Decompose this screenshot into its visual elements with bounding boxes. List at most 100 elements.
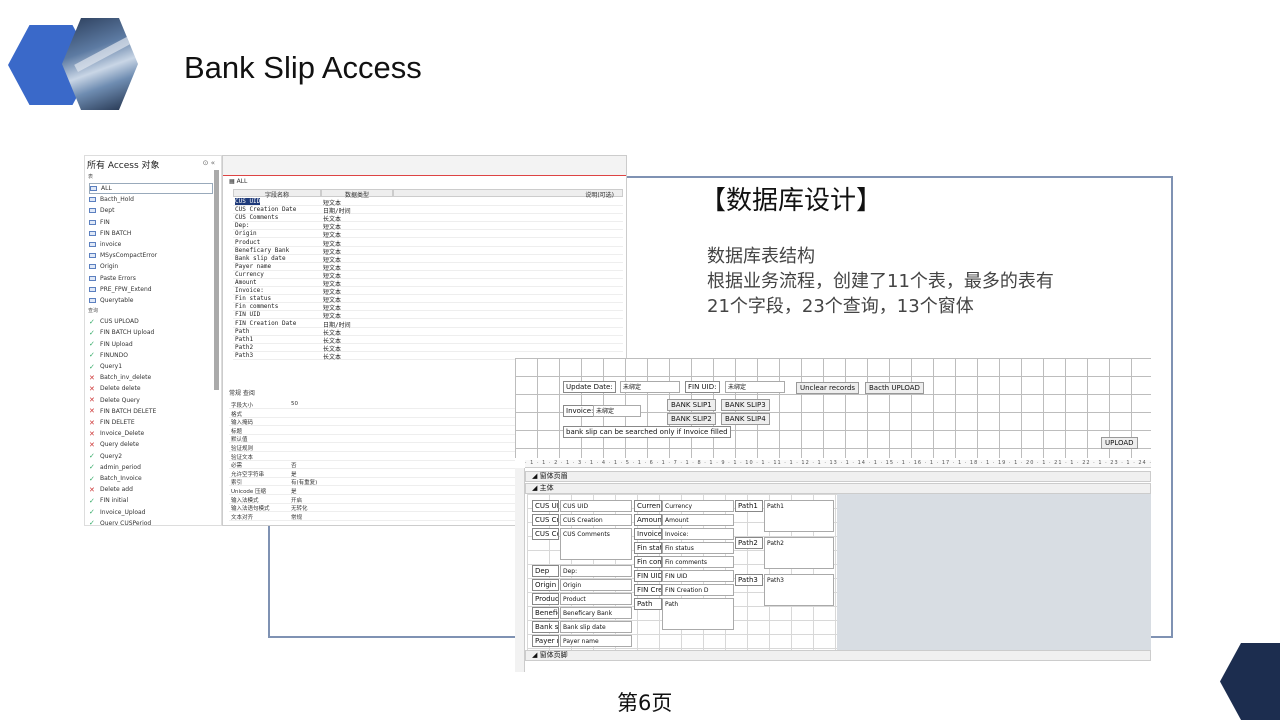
table-row[interactable]: Fin comments 短文本: [233, 303, 623, 312]
nav-table-item[interactable]: Querytable: [89, 295, 213, 306]
section-form-header[interactable]: ◢ 窗体页眉: [525, 471, 1151, 482]
table-row[interactable]: Amount 短文本: [233, 279, 623, 288]
bank-slip4-button[interactable]: BANK SLIP4: [721, 413, 770, 425]
form-textbox[interactable]: Path: [662, 598, 734, 630]
table-row[interactable]: FIN Creation Date 日期/时间: [233, 320, 623, 329]
nav-query-item[interactable]: ✓ Batch_Invoice: [89, 473, 213, 484]
nav-query-item[interactable]: ✕ Delete add: [89, 484, 213, 495]
form-textbox[interactable]: Path2: [764, 537, 834, 569]
form-textbox[interactable]: CUS UID: [560, 500, 632, 512]
section-arrow-icon: ◢: [532, 484, 540, 492]
table-row[interactable]: Currency 短文本: [233, 271, 623, 280]
table-row[interactable]: CUS Comments 长文本: [233, 214, 623, 223]
form-textbox[interactable]: Bank slip date: [560, 621, 632, 633]
form-textbox[interactable]: Product: [560, 593, 632, 605]
form-textbox[interactable]: CUS Comments: [560, 528, 632, 560]
form-textbox[interactable]: Path3: [764, 574, 834, 606]
nav-query-item[interactable]: ✓ Query2: [89, 451, 213, 462]
nav-table-item[interactable]: Paste Errors: [89, 273, 213, 284]
section-detail[interactable]: ◢ 主体: [525, 483, 1151, 494]
query-icon: ✓: [89, 508, 95, 517]
table-row[interactable]: Path 长文本: [233, 328, 623, 337]
table-row[interactable]: Path1 长文本: [233, 336, 623, 345]
table-row[interactable]: Beneficary Bank 短文本: [233, 247, 623, 256]
nav-scrollbar[interactable]: [214, 170, 219, 390]
form-textbox[interactable]: Payer name: [560, 635, 632, 647]
form-textbox[interactable]: Path1: [764, 500, 834, 532]
bank-slip1-button[interactable]: BANK SLIP1: [667, 399, 716, 411]
form-textbox[interactable]: Origin: [560, 579, 632, 591]
nav-query-item[interactable]: ✓ FIN initial: [89, 495, 213, 506]
table-row[interactable]: Invoice: 短文本: [233, 287, 623, 296]
field-name: Dep:: [235, 222, 250, 230]
table-row[interactable]: CUS Creation Date 日期/时间: [233, 206, 623, 215]
upload-button[interactable]: UPLOAD: [1101, 437, 1138, 449]
nav-query-item[interactable]: ✓ Query1: [89, 361, 213, 372]
nav-table-item[interactable]: PRE_FPW_Extend: [89, 284, 213, 295]
nav-controls-icon[interactable]: ⊙ «: [203, 159, 215, 167]
nav-query-item[interactable]: ✕ Delete delete: [89, 383, 213, 394]
nav-table-item[interactable]: FIN: [89, 217, 213, 228]
nav-query-item[interactable]: ✓ Invoice_Upload: [89, 507, 213, 518]
field-name: CUS UID: [235, 198, 261, 205]
form-label: FIN UID: [634, 570, 662, 582]
nav-table-item[interactable]: ALL: [89, 183, 213, 194]
nav-query-item[interactable]: ✕ FIN BATCH DELETE: [89, 406, 213, 417]
delete-query-icon: ✕: [89, 418, 95, 427]
nav-query-item[interactable]: ✓ FIN BATCH Upload: [89, 327, 213, 338]
table-row[interactable]: Bank slip date 短文本: [233, 255, 623, 264]
nav-query-item[interactable]: ✓ Query CUSPeriod: [89, 518, 213, 526]
nav-query-item[interactable]: ✓ FIN Upload: [89, 339, 213, 350]
nav-table-item[interactable]: Dept: [89, 205, 213, 216]
table-row[interactable]: Payer name 短文本: [233, 263, 623, 272]
section-form-footer[interactable]: ◢ 窗体页脚: [525, 650, 1151, 661]
form-textbox[interactable]: FIN UID: [662, 570, 734, 582]
form-textbox[interactable]: CUS Creation: [560, 514, 632, 526]
form-textbox[interactable]: Beneficary Bank: [560, 607, 632, 619]
unclear-records-button[interactable]: Unclear records: [796, 382, 860, 394]
form-textbox[interactable]: Fin comments: [662, 556, 734, 568]
table-icon: [89, 298, 96, 303]
table-row[interactable]: Product 短文本: [233, 238, 623, 248]
tab-all[interactable]: ▦ ALL: [229, 178, 247, 185]
bank-slip2-button[interactable]: BANK SLIP2: [667, 413, 716, 425]
bacth-upload-button[interactable]: Bacth UPLOAD: [865, 382, 924, 394]
bank-slip3-button[interactable]: BANK SLIP3: [721, 399, 770, 411]
table-row[interactable]: Dep: 短文本: [233, 222, 623, 231]
props-tabs: 常规 查阅: [229, 390, 255, 397]
form-textbox[interactable]: Currency: [662, 500, 734, 512]
table-row[interactable]: CUS UID 短文本: [233, 198, 623, 207]
nav-query-item[interactable]: ✕ Query delete: [89, 439, 213, 450]
nav-query-item[interactable]: ✕ FIN DELETE: [89, 417, 213, 428]
table-row[interactable]: FIN UID 短文本: [233, 311, 623, 320]
nav-table-item[interactable]: invoice: [89, 239, 213, 250]
update-date-field[interactable]: 未绑定: [620, 381, 680, 393]
form-textbox[interactable]: FIN Creation D: [662, 584, 734, 596]
nav-table-item[interactable]: FIN BATCH: [89, 228, 213, 239]
nav-item-label: Query CUSPeriod: [100, 519, 152, 526]
nav-query-item[interactable]: ✕ Invoice_Delete: [89, 428, 213, 439]
delete-query-icon: ✕: [89, 429, 95, 438]
table-icon: [89, 219, 96, 225]
nav-item-label: Query1: [100, 363, 123, 370]
nav-query-item[interactable]: ✓ admin_period: [89, 462, 213, 473]
section-label: 窗体页眉: [539, 472, 568, 480]
form-textbox[interactable]: Amount: [662, 514, 734, 526]
nav-query-item[interactable]: ✓ FINUNDO: [89, 350, 213, 361]
form-textbox[interactable]: Invoice:: [662, 528, 734, 540]
nav-query-item[interactable]: ✕ Batch_inv_delete: [89, 372, 213, 383]
field-name: Product: [235, 238, 261, 246]
nav-table-item[interactable]: Origin: [89, 261, 213, 272]
nav-table-item[interactable]: Bacth_Hold: [89, 194, 213, 205]
table-row[interactable]: Fin status 短文本: [233, 295, 623, 304]
section-heading: 【数据库设计】: [700, 186, 883, 216]
invoice-combo[interactable]: 未绑定: [593, 405, 641, 417]
fin-uid-field[interactable]: 未绑定: [725, 381, 785, 393]
nav-query-item[interactable]: ✓ CUS UPLOAD: [89, 316, 213, 327]
table-row[interactable]: Origin 短文本: [233, 230, 623, 239]
form-textbox[interactable]: Dep:: [560, 565, 632, 577]
table-row[interactable]: Path2 长文本: [233, 344, 623, 353]
nav-query-item[interactable]: ✕ Delete Query: [89, 395, 213, 406]
form-textbox[interactable]: Fin status: [662, 542, 734, 554]
nav-table-item[interactable]: MSysCompactError: [89, 250, 213, 261]
